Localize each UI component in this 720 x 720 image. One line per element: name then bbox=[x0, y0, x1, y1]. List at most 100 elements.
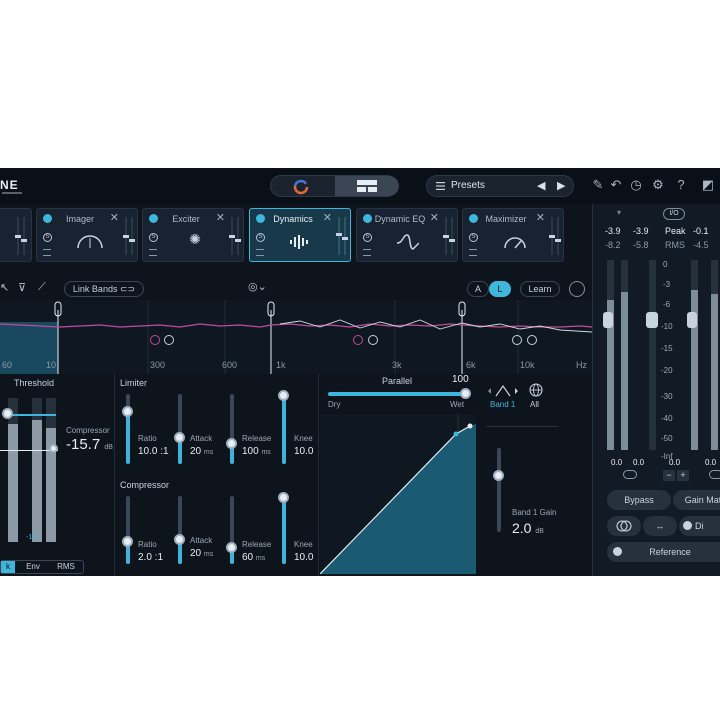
scale-tick: -20 bbox=[661, 366, 673, 375]
compressor-knee-slider[interactable] bbox=[278, 492, 289, 503]
limiter-knee-value: 10.0 bbox=[294, 446, 314, 457]
close-icon[interactable]: ✕ bbox=[216, 211, 225, 224]
band-2-power-icon[interactable] bbox=[150, 335, 160, 345]
compressor-release-slider[interactable] bbox=[226, 542, 237, 553]
detection-tab-rms[interactable]: RMS bbox=[51, 562, 81, 571]
threshold-handle[interactable] bbox=[2, 408, 13, 419]
output-gain-handle[interactable] bbox=[687, 312, 697, 328]
close-icon[interactable]: ✕ bbox=[323, 211, 332, 224]
limiter-knee-label: Knee bbox=[294, 434, 313, 443]
mono-button[interactable] bbox=[607, 516, 641, 536]
stereo-mode-icon[interactable]: ◎⌄ bbox=[248, 280, 267, 293]
compressor-ratio-slider[interactable] bbox=[122, 536, 133, 547]
input-peak-left: -3.9 bbox=[605, 226, 621, 236]
limiter-ratio-slider[interactable] bbox=[122, 406, 133, 417]
a-button[interactable]: A bbox=[467, 281, 489, 297]
modules-view-button[interactable] bbox=[335, 176, 399, 196]
solo-icon[interactable]: S bbox=[149, 233, 158, 242]
reference-button[interactable]: Reference bbox=[607, 542, 720, 562]
band-4-power-icon[interactable] bbox=[512, 335, 522, 345]
io-toggle-icon[interactable]: I/O bbox=[663, 208, 685, 220]
detection-tab-peak[interactable]: k bbox=[1, 561, 15, 573]
input-link-icon[interactable] bbox=[623, 470, 637, 479]
menu-icon[interactable] bbox=[43, 249, 51, 256]
output-link-icon[interactable] bbox=[709, 470, 720, 479]
solo-icon[interactable]: S bbox=[43, 233, 52, 242]
band-selector-icon[interactable] bbox=[486, 384, 520, 398]
compressor-attack-slider[interactable] bbox=[174, 534, 185, 545]
view-toggle[interactable] bbox=[270, 175, 399, 197]
module-dynamics[interactable]: Dynamics ✕ S bbox=[249, 208, 351, 262]
module-slot-0[interactable] bbox=[0, 208, 32, 262]
presets-selector[interactable]: Presets ◀ ▶ bbox=[426, 175, 574, 197]
curve-tool-icon[interactable]: ⟋ bbox=[38, 281, 46, 294]
close-icon[interactable]: ✕ bbox=[430, 211, 439, 224]
menu-icon[interactable] bbox=[149, 249, 157, 256]
l-button[interactable]: L bbox=[489, 281, 511, 297]
scale-tick: -10 bbox=[661, 322, 673, 331]
globe-icon[interactable] bbox=[529, 383, 543, 397]
learn-button[interactable]: Learn bbox=[520, 281, 560, 297]
prev-preset-icon[interactable]: ◀ bbox=[537, 179, 545, 192]
close-icon[interactable]: ✕ bbox=[536, 211, 545, 224]
parallel-handle[interactable] bbox=[460, 388, 471, 399]
presets-label: Presets bbox=[451, 180, 485, 191]
freq-label: 1k bbox=[276, 360, 286, 370]
parallel-slider[interactable] bbox=[328, 392, 468, 396]
plus-icon[interactable]: + bbox=[677, 470, 689, 481]
menu-icon[interactable] bbox=[363, 249, 371, 256]
swap-button[interactable]: ↔ bbox=[643, 516, 677, 536]
module-imager[interactable]: Imager ✕ S bbox=[36, 208, 138, 262]
limiter-release-slider[interactable] bbox=[226, 438, 237, 449]
history-icon[interactable]: ◷ bbox=[628, 177, 644, 193]
band-3-power-icon[interactable] bbox=[353, 335, 363, 345]
gain-match-button[interactable]: Gain Mat bbox=[673, 490, 720, 510]
compressor-threshold-handle[interactable] bbox=[49, 444, 58, 453]
band-4-solo-icon[interactable] bbox=[527, 335, 537, 345]
limiter-knee-slider[interactable] bbox=[278, 390, 289, 401]
all-bands-label[interactable]: All bbox=[530, 400, 539, 409]
band-label[interactable]: Band 1 bbox=[490, 400, 515, 409]
undo-icon[interactable]: ↶ bbox=[608, 177, 624, 193]
pointer-tool-icon[interactable]: ↖ bbox=[0, 281, 9, 294]
close-icon[interactable]: ✕ bbox=[110, 211, 119, 224]
band-2-solo-icon[interactable] bbox=[164, 335, 174, 345]
link-icon: ⊂⊃ bbox=[119, 284, 136, 294]
solo-icon[interactable]: S bbox=[469, 233, 478, 242]
menu-icon[interactable] bbox=[469, 249, 477, 256]
reset-icon[interactable] bbox=[569, 281, 585, 297]
compressor-knee-label: Knee bbox=[294, 540, 313, 549]
module-maximizer[interactable]: Maximizer ✕ S bbox=[462, 208, 564, 262]
draw-tool-icon[interactable]: ⊽ bbox=[18, 281, 26, 294]
input-gain-handle[interactable] bbox=[603, 312, 613, 328]
detection-tab-env[interactable]: Env bbox=[19, 562, 47, 571]
scale-tick: -6 bbox=[663, 300, 671, 309]
solo-icon[interactable]: S bbox=[256, 233, 265, 242]
minus-icon[interactable]: − bbox=[663, 470, 675, 481]
spectrum-display[interactable]: 60 10 300 600 1k 3k 6k 10k Hz bbox=[0, 300, 592, 374]
link-bands-button[interactable]: Link Bands ⊂⊃ bbox=[64, 281, 144, 297]
bypass-button[interactable]: Bypass bbox=[607, 490, 671, 510]
next-preset-icon[interactable]: ▶ bbox=[557, 179, 565, 192]
module-dynamic-eq[interactable]: Dynamic EQ ✕ S bbox=[356, 208, 458, 262]
transfer-curve[interactable] bbox=[320, 414, 476, 574]
dither-button[interactable]: Di bbox=[679, 516, 720, 536]
band-gain-slider[interactable] bbox=[493, 470, 504, 481]
input-trim-handle[interactable] bbox=[646, 312, 658, 328]
threshold-meter[interactable]: -1.8 bbox=[0, 394, 58, 554]
solo-icon[interactable]: S bbox=[363, 233, 372, 242]
scale-tick: -50 bbox=[661, 434, 673, 443]
compressor-threshold-label: Compressor bbox=[66, 426, 110, 435]
help-icon[interactable]: ? bbox=[673, 177, 689, 193]
io-meters-panel: ▾ I/O -3.9 -3.9 Peak -0.1 -8.2 -5.8 RMS … bbox=[592, 204, 720, 576]
band-3-solo-icon[interactable] bbox=[368, 335, 378, 345]
pencil-icon[interactable]: ✎ bbox=[590, 177, 606, 193]
settings-icon[interactable]: ⚙ bbox=[650, 177, 666, 193]
limiter-attack-slider[interactable] bbox=[174, 432, 185, 443]
module-exciter[interactable]: Exciter ✕ S ✺ bbox=[142, 208, 244, 262]
limiter-params: Ratio 10.0 :1 Attack 20 ms Release 100 m… bbox=[120, 388, 320, 478]
freq-label: Hz bbox=[576, 360, 587, 370]
menu-icon[interactable] bbox=[256, 249, 264, 256]
output-gain-left-value: 0.0 bbox=[669, 458, 681, 467]
input-peak-right: -3.9 bbox=[633, 226, 649, 236]
